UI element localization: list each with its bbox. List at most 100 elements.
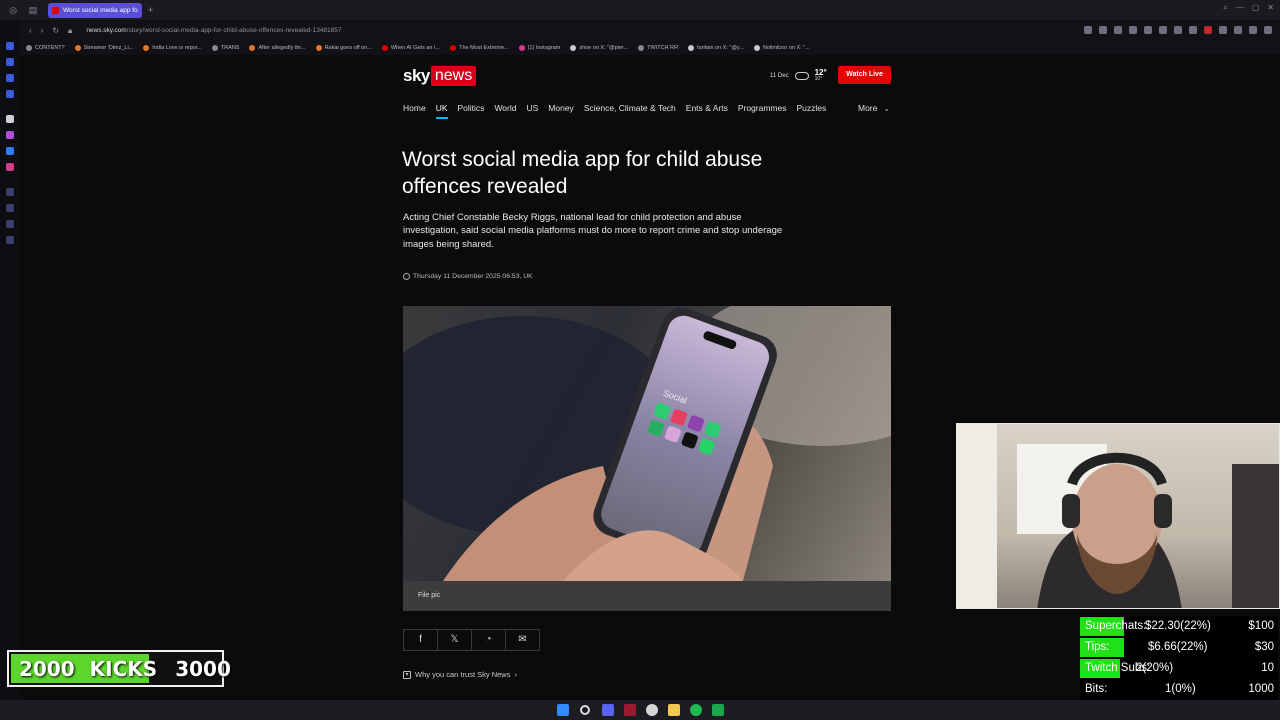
nav-item-science-climate-tech[interactable]: Science, Climate & Tech	[584, 103, 676, 113]
browser-sidebar	[0, 20, 20, 700]
sidebar-messenger-icon[interactable]	[6, 147, 14, 155]
folder-icon[interactable]	[668, 704, 680, 716]
extension-icon[interactable]	[1204, 26, 1212, 34]
shield-icon[interactable]	[1129, 26, 1137, 34]
browser-tab-active[interactable]: Worst social media app fo	[48, 2, 142, 18]
reload-icon[interactable]: ↻	[52, 26, 59, 35]
tab-list-icon[interactable]: ▤	[26, 3, 40, 17]
minimize-icon[interactable]: —	[1236, 3, 1244, 13]
url-path: /story/worst-social-media-app-for-child-…	[126, 27, 342, 34]
extension-icon[interactable]	[1084, 26, 1092, 34]
nav-item-ents-arts[interactable]: Ents & Arts	[686, 103, 728, 113]
bookmark-item[interactable]: India Love is repor...	[143, 45, 202, 51]
chevron-right-icon: ›	[514, 670, 517, 679]
nav-item-uk[interactable]: UK	[435, 103, 448, 119]
sidebar-settings-icon[interactable]	[6, 236, 14, 244]
weather-widget[interactable]: 11 Dec 12° 10°	[770, 68, 827, 83]
bookmark-item[interactable]: After allegedly thr...	[249, 45, 306, 51]
bookmark-favicon-icon	[638, 45, 645, 51]
search-tabs-icon[interactable]: ⌕	[1223, 3, 1227, 13]
bookmark-item[interactable]: The Most Extreme...	[450, 45, 509, 51]
search-icon[interactable]	[580, 705, 590, 715]
bookmark-label: Rakai goes off on...	[324, 45, 372, 51]
spotify-icon[interactable]	[690, 704, 702, 716]
url-domain: news.sky.com	[86, 27, 127, 34]
trust-link[interactable]: ▾ Why you can trust Sky News ›	[403, 670, 517, 679]
sidebar-app-icon[interactable]	[6, 204, 14, 212]
nav-item-us[interactable]: US	[526, 103, 538, 113]
bookmark-item[interactable]: When AI Gets an I...	[381, 45, 440, 51]
kicks-start-value: 2000	[19, 656, 75, 681]
extension-icon[interactable]	[1159, 26, 1167, 34]
back-icon[interactable]: ‹	[29, 26, 32, 35]
bookmark-item[interactable]: Streamer 'Dimz_Li...	[74, 45, 133, 51]
sidebar-app-icon[interactable]	[6, 42, 14, 50]
whatsapp-icon[interactable]: ◔	[471, 629, 506, 651]
windows-start-icon[interactable]	[557, 704, 569, 716]
nav-item-money[interactable]: Money	[548, 103, 574, 113]
chrome-icon[interactable]	[646, 704, 658, 716]
sidebar-app-icon[interactable]	[6, 115, 14, 123]
nav-item-home[interactable]: Home	[403, 103, 426, 113]
bookmark-item[interactable]: Rakai goes off on...	[315, 45, 372, 51]
new-tab-icon[interactable]: +	[148, 5, 153, 15]
article-date: Thursday 11 December 2025 06:53, UK	[413, 273, 533, 280]
maximize-icon[interactable]: ▢	[1252, 3, 1260, 13]
more-label: More	[858, 103, 878, 113]
bookmark-label: After allegedly thr...	[258, 45, 306, 51]
url-input[interactable]: news.sky.com/story/worst-social-media-ap…	[86, 27, 341, 34]
extension-icon[interactable]	[1219, 26, 1227, 34]
forward-icon[interactable]: ›	[41, 26, 44, 35]
sidebar-app-icon[interactable]	[6, 58, 14, 66]
nav-item-politics[interactable]: Politics	[458, 103, 485, 113]
bookmark-label: India Love is repor...	[152, 45, 202, 51]
bookmark-item[interactable]: (1) Instagram	[518, 45, 560, 51]
taskbar	[0, 700, 1280, 720]
extension-icon[interactable]	[1144, 26, 1152, 34]
nav-item-programmes[interactable]: Programmes	[738, 103, 787, 113]
bookmark-item[interactable]: CONTENT?	[26, 45, 65, 51]
bookmark-item[interactable]: fanfani on X: "@y...	[687, 45, 744, 51]
streamer-webcam-image	[957, 424, 1279, 608]
facebook-icon[interactable]: f	[403, 629, 438, 651]
nav-item-puzzles[interactable]: Puzzles	[796, 103, 826, 113]
bookmark-favicon-icon	[249, 45, 256, 51]
bookmark-favicon-icon	[143, 45, 150, 51]
sidebar-app-icon[interactable]	[6, 188, 14, 196]
extension-icon[interactable]	[1114, 26, 1122, 34]
sidebar-app-icon[interactable]	[6, 90, 14, 98]
screen: ◎ ▤ Worst social media app fo + ⌕ — ▢ ✕ …	[0, 0, 1280, 720]
browser-taskbar-icon[interactable]	[624, 704, 636, 716]
heart-icon[interactable]	[1189, 26, 1197, 34]
extension-toolbar	[1084, 26, 1272, 34]
bookmark-item[interactable]: shoe on X: "@pier...	[570, 45, 628, 51]
bookmark-item[interactable]: TRANS	[211, 45, 239, 51]
download-icon[interactable]	[1249, 26, 1257, 34]
sidebar-app-icon[interactable]	[6, 220, 14, 228]
sky-news-logo[interactable]: sky news	[403, 66, 477, 86]
bookmark-favicon-icon	[74, 45, 81, 51]
email-icon[interactable]: ✉	[505, 629, 540, 651]
address-bar: ‹ › ↻ 🔒︎ news.sky.com/story/worst-social…	[20, 20, 1280, 41]
bookmark-item[interactable]: TWITCH RR	[638, 45, 678, 51]
xbox-icon[interactable]	[712, 704, 724, 716]
bookmark-favicon-icon	[518, 45, 525, 51]
sidebar-app-icon[interactable]	[6, 74, 14, 82]
nav-item-world[interactable]: World	[494, 103, 516, 113]
sidebar-twitch-icon[interactable]	[6, 131, 14, 139]
extension-icon[interactable]	[1234, 26, 1242, 34]
watch-live-button[interactable]: Watch Live	[838, 66, 891, 84]
browser-menu-icon[interactable]: ◎	[6, 3, 20, 17]
cloud-icon	[794, 71, 809, 80]
play-icon[interactable]	[1174, 26, 1182, 34]
x-icon[interactable]: 𝕏	[437, 629, 472, 651]
more-menu-button[interactable]: More ⌄	[858, 103, 890, 113]
discord-icon[interactable]	[602, 704, 614, 716]
extension-icon[interactable]	[1099, 26, 1107, 34]
sidebar-instagram-icon[interactable]	[6, 163, 14, 171]
bookmark-item[interactable]: Nolimitzor on X: "...	[753, 45, 810, 51]
menu-icon[interactable]	[1264, 26, 1272, 34]
weather-high: 12°	[814, 68, 827, 77]
article-standfirst: Acting Chief Constable Becky Riggs, nati…	[403, 212, 783, 250]
close-icon[interactable]: ✕	[1267, 3, 1274, 13]
